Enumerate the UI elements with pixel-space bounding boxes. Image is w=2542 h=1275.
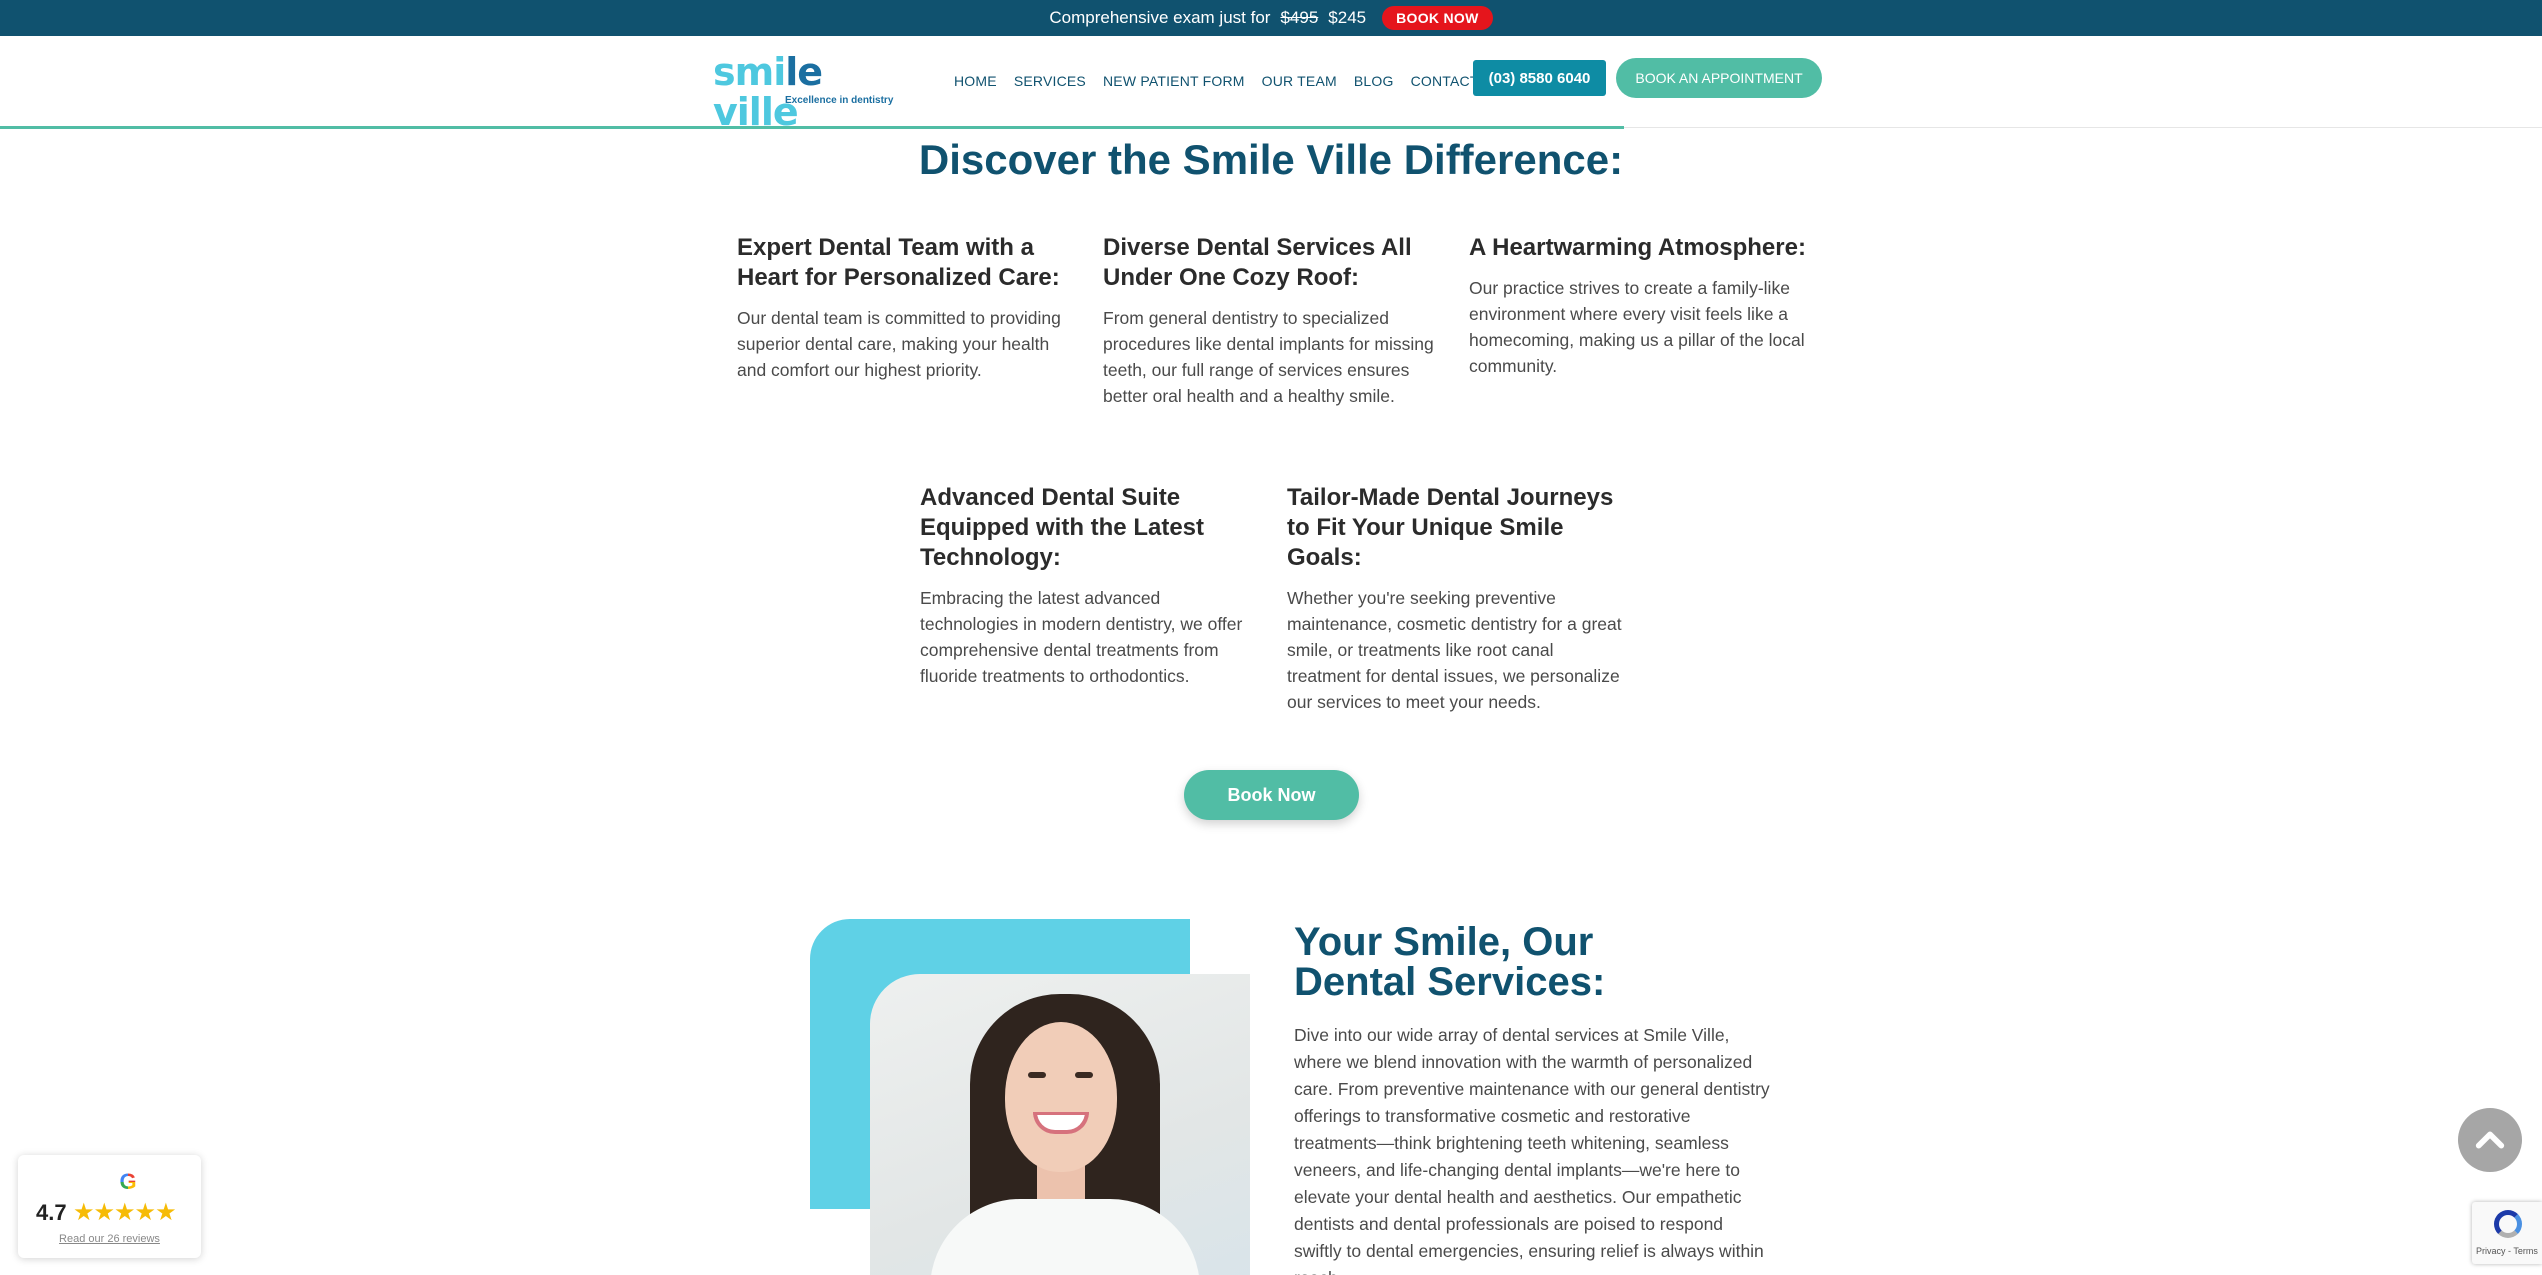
feature-card: Diverse Dental Services All Under One Co…: [1103, 233, 1443, 409]
phone-button[interactable]: (03) 8580 6040: [1473, 60, 1606, 96]
review-rating: 4.7: [36, 1200, 67, 1225]
feature-card: Tailor-Made Dental Journeys to Fit Your …: [1287, 483, 1627, 715]
feature-title: A Heartwarming Atmosphere:: [1469, 234, 1806, 261]
nav-item-new-patient-form[interactable]: NEW PATIENT FORM: [1103, 73, 1245, 89]
promo-book-now-button[interactable]: BOOK NOW: [1382, 6, 1493, 30]
scroll-to-top-button[interactable]: [2458, 1108, 2522, 1172]
feature-card: A Heartwarming Atmosphere: Our practice …: [1469, 233, 1809, 379]
image-eye-left: [1028, 1072, 1046, 1078]
logo-tagline: Excellence in dentistry: [785, 95, 894, 106]
site-header: smile ville Excellence in dentistry HOME…: [0, 36, 2542, 132]
feature-card: Advanced Dental Suite Equipped with the …: [920, 483, 1260, 689]
star-rating-icon: ★★★★★: [73, 1199, 177, 1226]
feature-text: Our practice strives to create a family-…: [1469, 278, 1805, 376]
logo[interactable]: smile ville Excellence in dentistry: [713, 52, 893, 132]
promo-old-price: $495: [1280, 8, 1319, 27]
image-eye-right: [1075, 1072, 1093, 1078]
promo-text: Comprehensive exam just for: [1049, 8, 1271, 27]
feature-text: From general dentistry to specialized pr…: [1103, 308, 1434, 406]
feature-text: Our dental team is committed to providin…: [737, 308, 1061, 380]
feature-card: Expert Dental Team with a Heart for Pers…: [737, 233, 1077, 383]
feature-title: Diverse Dental Services All Under One Co…: [1103, 234, 1412, 291]
feature-title: Tailor-Made Dental Journeys to Fit Your …: [1287, 484, 1614, 571]
logo-part-1: smi: [713, 50, 786, 94]
feature-text: Embracing the latest advanced technologi…: [920, 588, 1243, 686]
google-reviews-badge[interactable]: G 4.7 ★★★★★ Read our 26 reviews: [18, 1155, 201, 1258]
promo-bar: Comprehensive exam just for $495 $245 BO…: [0, 0, 2542, 36]
feature-text: Whether you're seeking preventive mainte…: [1287, 588, 1622, 712]
recaptcha-badge[interactable]: Privacy - Terms: [2472, 1202, 2542, 1264]
book-now-button[interactable]: Book Now: [1184, 770, 1359, 820]
nav-item-blog[interactable]: BLOG: [1354, 73, 1394, 89]
services-text: Dive into our wide array of dental servi…: [1294, 1025, 1770, 1275]
smiling-woman-image: [870, 974, 1250, 1275]
discover-title: Discover the Smile Ville Difference:: [918, 136, 1624, 183]
nav-item-our-team[interactable]: OUR TEAM: [1262, 73, 1337, 89]
recaptcha-text[interactable]: Privacy - Terms: [2476, 1246, 2538, 1256]
read-reviews-link[interactable]: Read our 26 reviews: [18, 1233, 201, 1245]
logo-wordmark: smile ville: [713, 52, 883, 132]
logo-part-2: le: [785, 50, 823, 94]
nav-item-services[interactable]: SERVICES: [1014, 73, 1086, 89]
book-appointment-button[interactable]: BOOK AN APPOINTMENT: [1616, 58, 1822, 98]
feature-title: Advanced Dental Suite Equipped with the …: [920, 484, 1205, 571]
google-icon: G: [117, 1171, 139, 1193]
promo-new-price: $245: [1328, 8, 1367, 27]
chevron-up-icon: [2475, 1131, 2505, 1149]
nav-item-home[interactable]: HOME: [954, 73, 997, 89]
scroll-progress-bar: [0, 126, 1624, 129]
image-face: [1005, 1022, 1117, 1172]
services-title: Your Smile, Our Dental Services:: [1294, 920, 1606, 1004]
recaptcha-icon: [2494, 1210, 2522, 1238]
main-nav: HOME SERVICES NEW PATIENT FORM OUR TEAM …: [954, 68, 1502, 94]
feature-title: Expert Dental Team with a Heart for Pers…: [737, 234, 1060, 291]
